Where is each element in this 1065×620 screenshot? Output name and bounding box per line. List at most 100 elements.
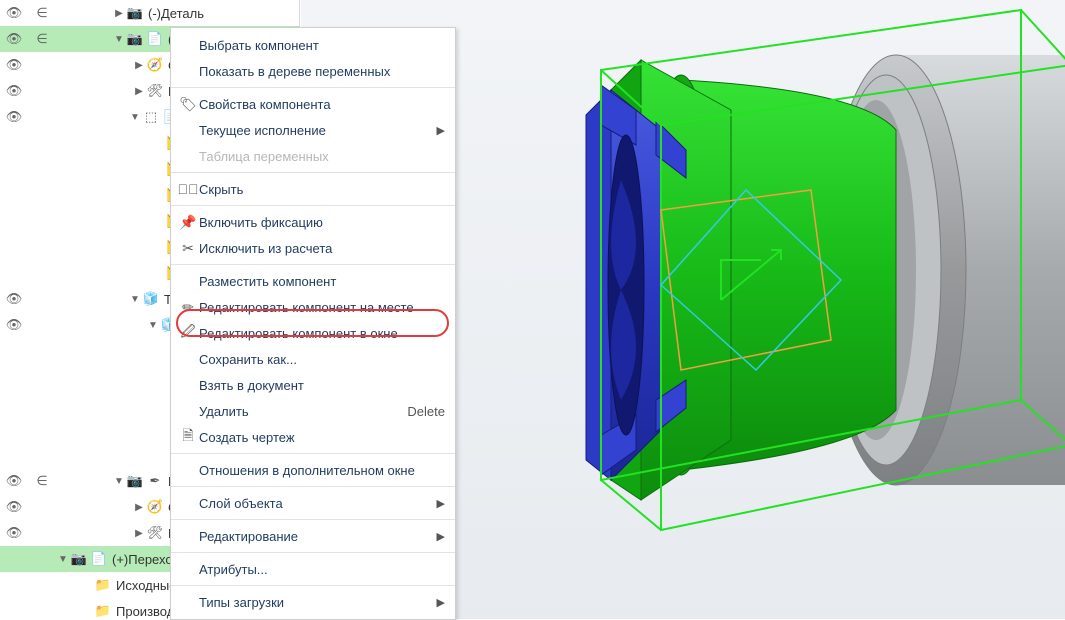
- context-menu: Выбрать компонент Показать в дереве перем…: [170, 27, 456, 620]
- menu-separator: [171, 172, 455, 173]
- expand-toggle-icon[interactable]: ▶: [132, 502, 146, 513]
- menu-separator: [171, 552, 455, 553]
- menu-item-label: Таблица переменных: [199, 149, 445, 164]
- menu-item-label: Выбрать компонент: [199, 38, 445, 53]
- expand-toggle-icon[interactable]: ▶: [132, 60, 146, 71]
- node-type-icon: 📷: [126, 472, 144, 490]
- expand-toggle-icon[interactable]: ▼: [128, 112, 142, 123]
- menu-item-label: Включить фиксацию: [199, 215, 445, 230]
- menu-item-icon: 🗎: [177, 425, 199, 449]
- menu-item-label: Показать в дереве переменных: [199, 64, 445, 79]
- submenu-arrow-icon: ▶: [431, 596, 445, 609]
- menu-item-label: Типы загрузки: [199, 595, 431, 610]
- menu-item: Таблица переменных: [171, 143, 455, 169]
- expand-toggle-icon[interactable]: ▼: [112, 34, 126, 45]
- include-icon[interactable]: ∈: [28, 5, 56, 21]
- node-type-icon: 🧊: [142, 290, 160, 308]
- menu-item-label: Отношения в дополнительном окне: [199, 463, 445, 478]
- menu-item-icon: ✏: [177, 299, 199, 316]
- menu-item[interactable]: 👁⃠Скрыть: [171, 176, 455, 202]
- node-type-icon: 🧭: [146, 498, 164, 516]
- visibility-icon[interactable]: 👁: [0, 473, 28, 489]
- tree-node-label: (-)Деталь: [146, 6, 204, 21]
- visibility-icon[interactable]: 👁: [0, 57, 28, 73]
- node-type-icon: 📁: [94, 576, 112, 594]
- menu-item[interactable]: 🏷Свойства компонента: [171, 91, 455, 117]
- menu-item-icon: ✂: [177, 240, 199, 257]
- menu-item[interactable]: 🗎Создать чертеж: [171, 424, 455, 450]
- menu-item[interactable]: ✂Исключить из расчета: [171, 235, 455, 261]
- menu-separator: [171, 486, 455, 487]
- node-type-icon: ✒: [146, 472, 164, 490]
- visibility-icon[interactable]: 👁: [0, 5, 28, 21]
- menu-item[interactable]: 📌Включить фиксацию: [171, 209, 455, 235]
- menu-item[interactable]: УдалитьDelete: [171, 398, 455, 424]
- menu-item[interactable]: Взять в документ: [171, 372, 455, 398]
- expand-toggle-icon[interactable]: ▼: [112, 476, 126, 487]
- menu-separator: [171, 519, 455, 520]
- menu-item[interactable]: Редактирование▶: [171, 523, 455, 549]
- menu-item-label: Взять в документ: [199, 378, 445, 393]
- menu-item[interactable]: Атрибуты...: [171, 556, 455, 582]
- menu-item-label: Текущее исполнение: [199, 123, 431, 138]
- node-type-icon: 📷: [126, 30, 144, 48]
- visibility-icon[interactable]: 👁: [0, 291, 28, 307]
- menu-item[interactable]: Разместить компонент: [171, 268, 455, 294]
- menu-item-label: Слой объекта: [199, 496, 431, 511]
- menu-item-icon: 🏷: [177, 96, 199, 113]
- include-icon[interactable]: ∈: [28, 31, 56, 47]
- menu-item-label: Удалить: [199, 404, 401, 419]
- menu-item-label: Сохранить как...: [199, 352, 445, 367]
- visibility-icon[interactable]: 👁: [0, 525, 28, 541]
- expand-toggle-icon[interactable]: ▼: [56, 554, 70, 565]
- submenu-arrow-icon: ▶: [431, 124, 445, 137]
- visibility-icon[interactable]: 👁: [0, 109, 28, 125]
- expand-toggle-icon[interactable]: ▶: [132, 528, 146, 539]
- menu-item[interactable]: Текущее исполнение▶: [171, 117, 455, 143]
- submenu-arrow-icon: ▶: [431, 530, 445, 543]
- menu-separator: [171, 453, 455, 454]
- node-type-icon: ⬚: [142, 108, 160, 126]
- menu-item-icon: 👁⃠: [177, 181, 199, 197]
- expand-toggle-icon[interactable]: ▶: [112, 8, 126, 19]
- expand-toggle-icon[interactable]: ▶: [132, 86, 146, 97]
- menu-separator: [171, 87, 455, 88]
- menu-separator: [171, 264, 455, 265]
- node-type-icon: 🛠: [146, 82, 164, 100]
- menu-item-label: Разместить компонент: [199, 274, 445, 289]
- visibility-icon[interactable]: 👁: [0, 83, 28, 99]
- node-type-icon: 🧭: [146, 56, 164, 74]
- menu-item[interactable]: Показать в дереве переменных: [171, 58, 455, 84]
- node-type-icon: 📷: [70, 550, 88, 568]
- visibility-icon[interactable]: 👁: [0, 31, 28, 47]
- visibility-icon[interactable]: 👁: [0, 499, 28, 515]
- node-type-icon: 🛠: [146, 524, 164, 542]
- node-type-icon: 📷: [126, 4, 144, 22]
- menu-item[interactable]: Выбрать компонент: [171, 32, 455, 58]
- menu-item[interactable]: Слой объекта▶: [171, 490, 455, 516]
- menu-item-label: Редактирование: [199, 529, 431, 544]
- menu-item[interactable]: Отношения в дополнительном окне: [171, 457, 455, 483]
- node-type-icon: 📄: [90, 550, 108, 568]
- menu-item-label: Свойства компонента: [199, 97, 445, 112]
- tree-row[interactable]: 👁∈ ▶📷(-)Деталь: [0, 0, 299, 26]
- expand-toggle-icon[interactable]: ▼: [128, 294, 142, 305]
- expand-toggle-icon[interactable]: ▼: [146, 320, 160, 331]
- menu-separator: [171, 205, 455, 206]
- menu-item-label: Редактировать компонент в окне: [199, 326, 445, 341]
- menu-item[interactable]: Типы загрузки▶: [171, 589, 455, 615]
- menu-item[interactable]: Сохранить как...: [171, 346, 455, 372]
- menu-separator: [171, 585, 455, 586]
- menu-item-label: Атрибуты...: [199, 562, 445, 577]
- node-type-icon: 📁: [94, 602, 112, 619]
- menu-item[interactable]: ✏Редактировать компонент на месте: [171, 294, 455, 320]
- menu-item-icon: 🖉: [177, 321, 199, 345]
- menu-shortcut: Delete: [401, 404, 445, 419]
- node-type-icon: 📄: [146, 30, 164, 48]
- menu-item-label: Редактировать компонент на месте: [199, 300, 445, 315]
- include-icon[interactable]: ∈: [28, 473, 56, 489]
- visibility-icon[interactable]: 👁: [0, 317, 28, 333]
- menu-item[interactable]: 🖉Редактировать компонент в окне: [171, 320, 455, 346]
- menu-item-label: Скрыть: [199, 182, 445, 197]
- menu-item-icon: 📌: [177, 214, 199, 231]
